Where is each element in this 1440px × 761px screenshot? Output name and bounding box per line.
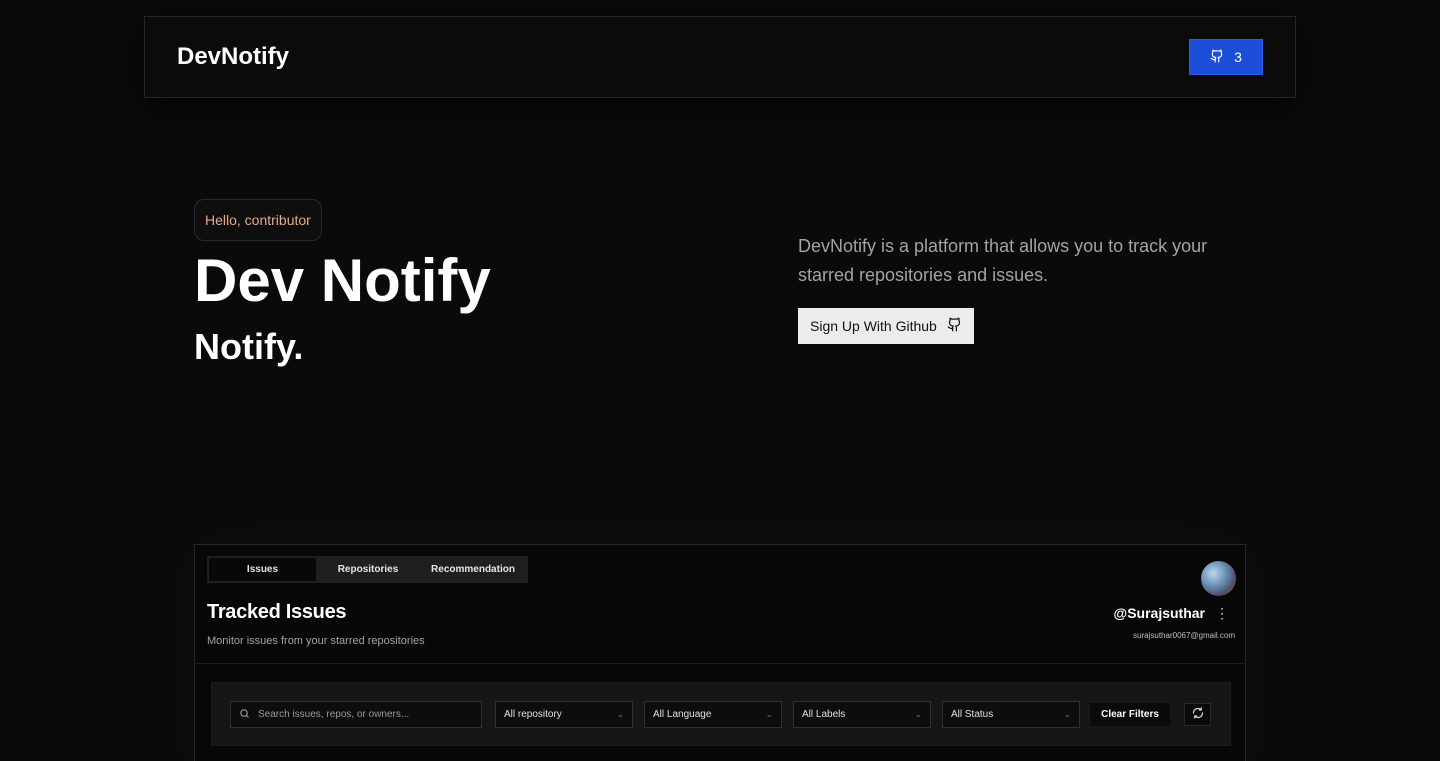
language-filter-label: All Language bbox=[653, 709, 712, 720]
chevron-down-icon: ⌄ bbox=[765, 709, 773, 719]
star-count: 3 bbox=[1234, 49, 1242, 65]
github-icon bbox=[1210, 49, 1224, 66]
app-preview-screenshot: Issues Repositories Recommendation Track… bbox=[194, 544, 1246, 761]
repository-filter-select[interactable]: All repository ⌄ bbox=[495, 701, 633, 728]
repository-filter-label: All repository bbox=[504, 709, 562, 720]
hero-title: Dev Notify bbox=[194, 247, 491, 314]
tab-issues[interactable]: Issues bbox=[209, 558, 316, 581]
tab-repositories[interactable]: Repositories bbox=[316, 558, 420, 581]
hero-description: DevNotify is a platform that allows you … bbox=[798, 236, 1208, 285]
user-email: surajsuthar0067@gmail.com bbox=[1133, 631, 1235, 640]
labels-filter-label: All Labels bbox=[802, 709, 846, 720]
refresh-button[interactable] bbox=[1184, 703, 1211, 726]
avatar[interactable] bbox=[1201, 561, 1236, 596]
clear-filters-button[interactable]: Clear Filters bbox=[1090, 703, 1170, 726]
filter-bar: Search issues, repos, or owners... All r… bbox=[211, 682, 1231, 746]
brand-logo[interactable]: DevNotify bbox=[177, 43, 289, 71]
tab-recommendation[interactable]: Recommendation bbox=[420, 558, 526, 581]
username: @Surajsuthar bbox=[1113, 605, 1205, 621]
search-icon bbox=[239, 708, 250, 722]
status-filter-select[interactable]: All Status ⌄ bbox=[942, 701, 1080, 728]
labels-filter-select[interactable]: All Labels ⌄ bbox=[793, 701, 931, 728]
github-icon bbox=[947, 317, 962, 335]
hero-right: DevNotify is a platform that allows you … bbox=[798, 232, 1238, 344]
chevron-down-icon: ⌄ bbox=[914, 709, 922, 719]
search-placeholder: Search issues, repos, or owners... bbox=[258, 709, 410, 720]
language-filter-select[interactable]: All Language ⌄ bbox=[644, 701, 782, 728]
preview-page-title: Tracked Issues bbox=[207, 601, 347, 623]
more-options-icon[interactable]: ⋮ bbox=[1215, 605, 1229, 622]
chevron-down-icon: ⌄ bbox=[616, 709, 624, 719]
refresh-icon bbox=[1192, 706, 1204, 724]
divider bbox=[195, 663, 1245, 664]
preview-tabs: Issues Repositories Recommendation bbox=[207, 556, 528, 583]
status-filter-label: All Status bbox=[951, 709, 994, 720]
github-star-button[interactable]: 3 bbox=[1189, 39, 1263, 75]
preview-page-subtitle: Monitor issues from your starred reposit… bbox=[207, 635, 425, 647]
hero-subtitle: Notify. bbox=[194, 326, 304, 367]
search-input[interactable]: Search issues, repos, or owners... bbox=[230, 701, 482, 728]
signup-label: Sign Up With Github bbox=[810, 318, 937, 334]
chevron-down-icon: ⌄ bbox=[1063, 709, 1071, 719]
hero-left: Hello, contributor Dev Notify Notify. bbox=[194, 199, 491, 368]
greeting-badge: Hello, contributor bbox=[194, 199, 322, 241]
signup-github-button[interactable]: Sign Up With Github bbox=[798, 308, 974, 344]
navbar: DevNotify 3 bbox=[144, 16, 1296, 98]
